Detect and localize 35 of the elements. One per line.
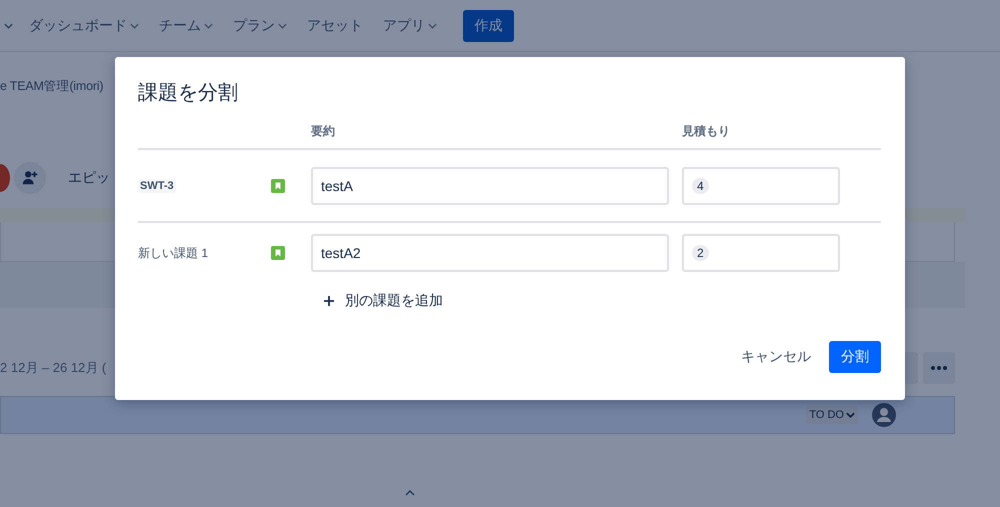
chevron-down-icon bbox=[204, 22, 213, 28]
sprint-dates: 2 12月 – 26 12月 ( bbox=[0, 359, 106, 377]
summary-field[interactable]: testA bbox=[311, 166, 669, 204]
caret-up-icon[interactable] bbox=[405, 490, 415, 496]
create-button[interactable]: 作成 bbox=[463, 10, 514, 42]
split-button[interactable]: 分割 bbox=[829, 341, 881, 373]
nav-menu-item[interactable]: チーム bbox=[153, 16, 219, 34]
plus-icon bbox=[323, 295, 335, 307]
summary-field[interactable]: testA2 bbox=[311, 234, 669, 272]
nav-menu-item[interactable]: プラン bbox=[227, 16, 293, 34]
chevron-down-icon bbox=[278, 22, 287, 28]
epic-tab[interactable]: エピッ bbox=[68, 169, 110, 187]
chevron-down-icon bbox=[428, 22, 437, 28]
bookmark-icon bbox=[271, 246, 285, 260]
column-header: 見積もり bbox=[682, 123, 731, 140]
chevron-down-icon bbox=[846, 412, 855, 418]
breadcrumb[interactable]: e TEAM管理(imori) bbox=[0, 52, 112, 118]
issue-key-tag: SWT-3 bbox=[138, 178, 176, 192]
nav-menu-item[interactable]: アプリ bbox=[377, 16, 443, 34]
issue-label: 新しい課題 1 bbox=[138, 244, 210, 262]
status-dropdown[interactable]: TO DO bbox=[806, 406, 858, 424]
add-issue-link[interactable]: 別の課題を追加 bbox=[323, 292, 443, 310]
add-person-icon[interactable] bbox=[14, 162, 46, 194]
column-header: 要約 bbox=[311, 123, 336, 140]
chevron-down-icon bbox=[130, 22, 139, 28]
user-avatar-icon bbox=[872, 403, 896, 427]
nav-menu-item[interactable]: ダッシュボード bbox=[23, 16, 145, 34]
estimate-field[interactable]: 4 bbox=[682, 166, 840, 204]
dialog-title: 課題を分割 bbox=[138, 81, 239, 106]
more-icon[interactable] bbox=[923, 352, 955, 384]
estimate-field[interactable]: 2 bbox=[682, 234, 840, 272]
bookmark-icon bbox=[271, 178, 285, 192]
cancel-button[interactable]: キャンセル bbox=[733, 341, 819, 373]
chevron-down-icon[interactable] bbox=[4, 22, 13, 28]
nav-menu-item[interactable]: アセット bbox=[301, 16, 369, 34]
